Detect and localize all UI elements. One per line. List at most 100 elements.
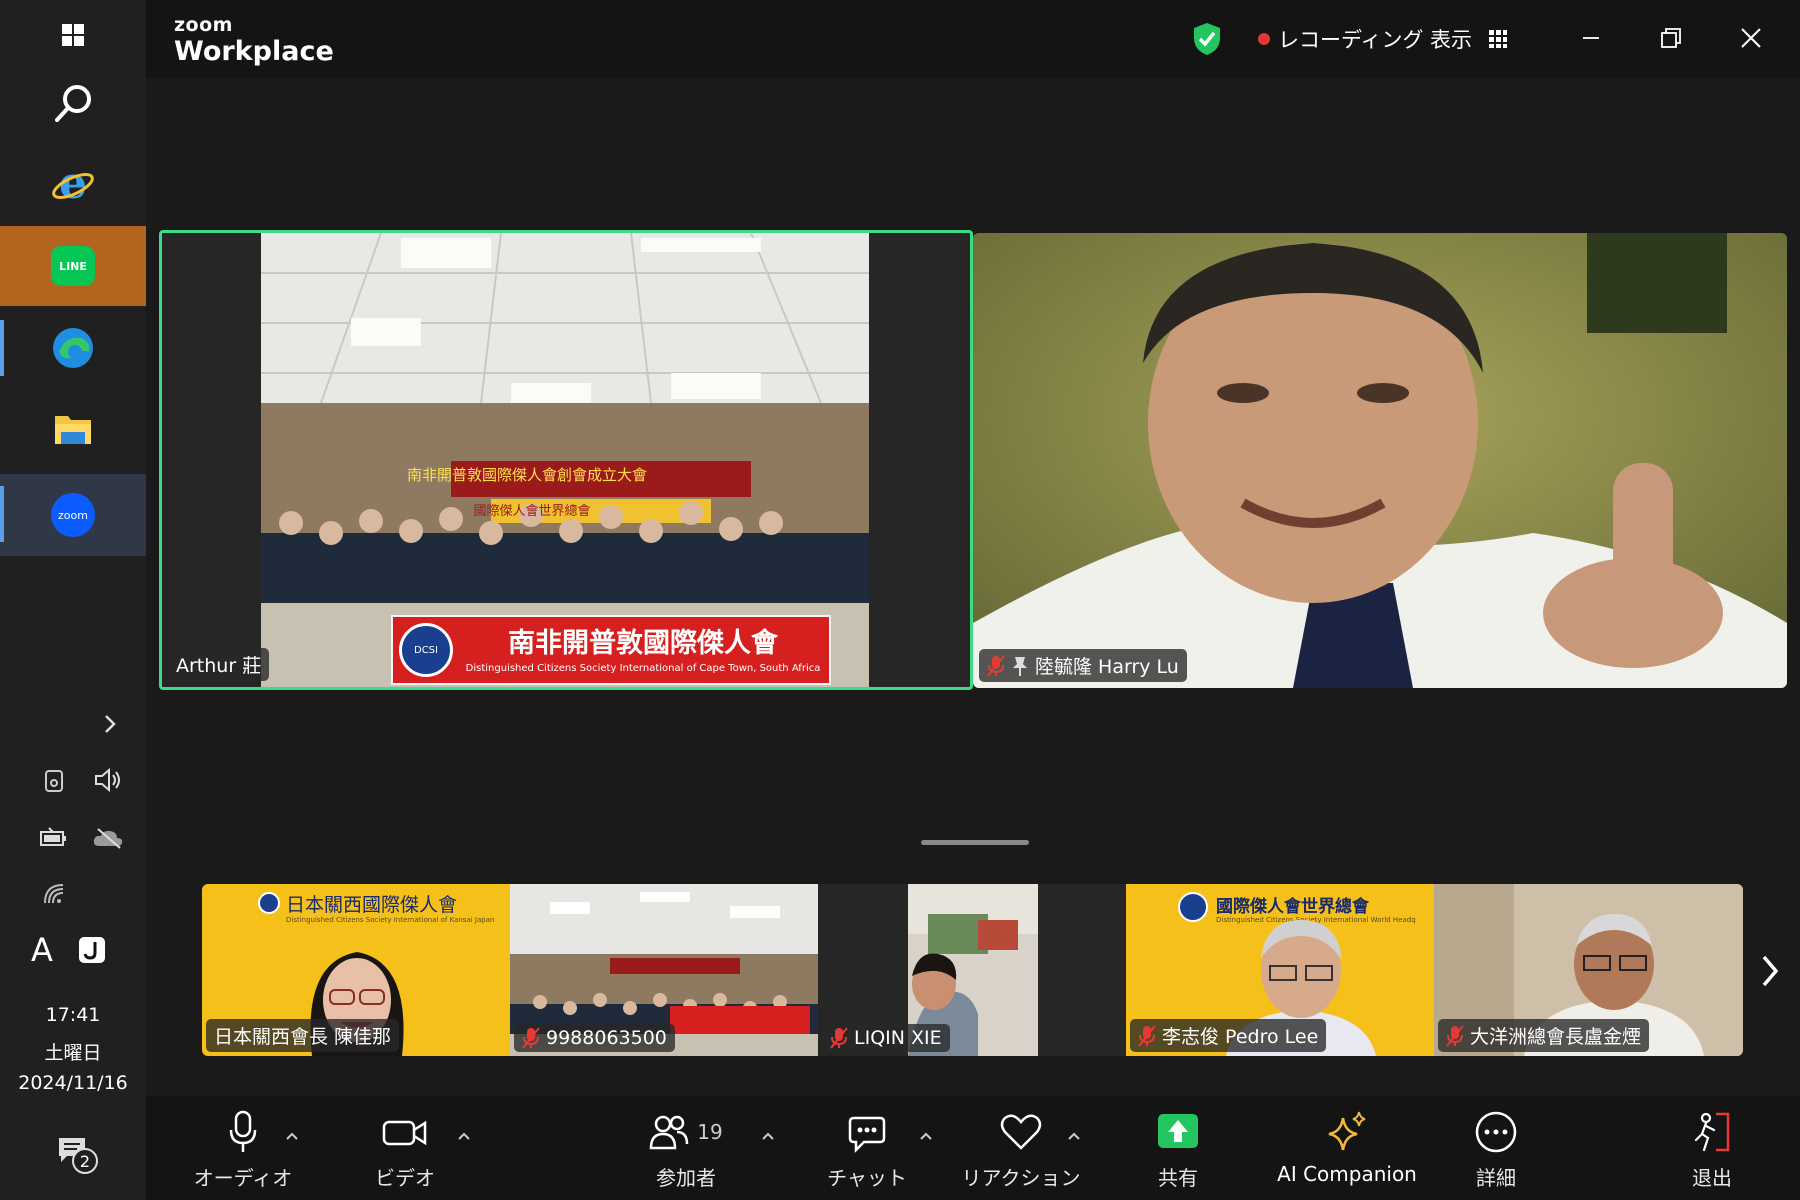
participant-name: 日本關西會長 陳佳那 [214, 1026, 392, 1048]
participant-name: Arthur 莊 [176, 655, 262, 677]
app-j-icon [79, 937, 105, 963]
windows-taskbar: e LINE zoom A 17:41 土曜日 2024/11/16 2 [0, 0, 146, 1200]
recording-label: レコーディング [1278, 28, 1424, 52]
video-tile-arthur[interactable]: 南非開普敦國際傑人會創會成立大會 國際傑人會世界總會 DCSI 南非開普敦國際傑… [159, 230, 973, 690]
tray-battery-button[interactable] [34, 818, 74, 858]
battery-charging-icon [40, 827, 66, 846]
zoom-meeting-window: zoom Workplace レコーディング 表示 南非開普敦國際傑人會創會成立… [146, 0, 1800, 1200]
restore-button[interactable] [1650, 18, 1692, 58]
participant-name: 李志俊 Pedro Lee [1162, 1026, 1319, 1048]
taskbar-expand-button[interactable] [90, 704, 130, 744]
leave-door-icon [1694, 1112, 1730, 1152]
brand-workplace: Workplace [174, 36, 334, 67]
ime-mode-indicator[interactable]: A [22, 930, 62, 970]
line-app-icon: LINE [51, 246, 95, 286]
close-icon [1741, 28, 1761, 48]
mic-muted-icon [830, 1027, 848, 1049]
thumb-tile-pedro-lee[interactable]: 國際傑人會世界總會 Distinguished Citizens Society… [1126, 884, 1434, 1056]
start-button[interactable] [0, 0, 146, 70]
tray-network-button[interactable] [34, 874, 74, 914]
clock-time[interactable]: 17:41 [0, 1004, 146, 1026]
taskbar-line[interactable]: LINE [0, 226, 146, 306]
more-dots-icon [1475, 1111, 1517, 1153]
title-bar: zoom Workplace レコーディング 表示 [146, 0, 1800, 78]
taskbar-edge[interactable] [0, 308, 146, 388]
mic-muted-icon [522, 1027, 540, 1049]
participant-name-tag: Arthur 莊 [168, 648, 270, 681]
ai-companion-button[interactable]: AI Companion [1262, 1110, 1432, 1196]
video-tile-harry-lu[interactable]: 陸毓隆 Harry Lu [973, 233, 1787, 688]
thumb-tile-9988063500[interactable]: 9988063500 [510, 884, 818, 1056]
chat-options-caret[interactable] [916, 1126, 936, 1146]
search-icon [55, 85, 91, 122]
reactions-button[interactable]: リアクション [956, 1110, 1086, 1196]
tray-camera-button[interactable] [34, 760, 74, 800]
participants-icon [650, 1115, 689, 1150]
harry-lu-video [973, 233, 1787, 688]
mic-muted-icon [1446, 1024, 1464, 1047]
share-screen-icon [1158, 1114, 1198, 1148]
windows-logo-icon [62, 24, 84, 46]
gallery-resize-handle[interactable] [921, 840, 1029, 845]
chevron-up-icon [1068, 1132, 1080, 1140]
notification-center-button[interactable]: 2 [52, 1130, 98, 1174]
participant-name-tag: 李志俊 Pedro Lee [1130, 1019, 1327, 1052]
thumb-tile-oceania[interactable]: 大洋洲總會長盧金煙 [1434, 884, 1743, 1056]
more-label: 詳細 [1476, 1166, 1516, 1190]
device-icon [45, 770, 63, 792]
banner-sub-line: Distinguished Citizens Society Internati… [465, 663, 821, 674]
ai-companion-label: AI Companion [1277, 1162, 1417, 1186]
participants-options-caret[interactable] [758, 1126, 778, 1146]
participant-name-tag: 大洋洲總會長盧金煙 [1438, 1019, 1650, 1052]
restore-icon [1661, 28, 1681, 48]
leave-label: 退出 [1692, 1166, 1732, 1190]
banner-red: DCSI 南非開普敦國際傑人會 Distinguished Citizens S… [391, 615, 831, 685]
chevron-right-icon [105, 715, 116, 733]
tray-app-button[interactable] [72, 930, 112, 970]
clock-weekday: 土曜日 [44, 1042, 102, 1064]
taskbar-ie[interactable]: e [0, 144, 146, 224]
audio-options-caret[interactable] [282, 1126, 302, 1146]
participant-name-tag: 日本關西會長 陳佳那 [206, 1019, 400, 1052]
zoom-app-icon: zoom [51, 493, 95, 537]
recording-indicator[interactable]: レコーディング [1258, 22, 1424, 56]
view-label: 表示 [1430, 28, 1472, 52]
chat-button[interactable]: チャット [812, 1110, 922, 1196]
more-button[interactable]: 詳細 [1446, 1110, 1546, 1196]
dcsi-logo-icon: DCSI [399, 623, 453, 677]
reactions-label: リアクション [961, 1166, 1081, 1190]
leave-meeting-button[interactable]: 退出 [1662, 1110, 1762, 1196]
close-button[interactable] [1730, 18, 1772, 58]
video-button[interactable]: ビデオ [350, 1110, 460, 1196]
encryption-shield-button[interactable] [1192, 22, 1222, 56]
dcsi-logo-icon [1178, 892, 1208, 922]
taskbar-zoom[interactable]: zoom [0, 474, 146, 556]
participant-name-tag: 9988063500 [514, 1024, 675, 1052]
microphone-icon [229, 1110, 257, 1152]
share-screen-button[interactable]: 共有 [1128, 1110, 1228, 1196]
edge-browser-icon [53, 328, 93, 368]
tray-onedrive-button[interactable] [88, 818, 128, 858]
participants-button[interactable]: 19 参加者 [626, 1110, 746, 1196]
thumb-tile-kansai[interactable]: 日本關西國際傑人會 Distinguished Citizens Society… [202, 884, 510, 1056]
chevron-up-icon [920, 1132, 932, 1140]
next-page-button[interactable] [1750, 946, 1790, 996]
audio-button[interactable]: オーディオ [188, 1110, 298, 1196]
tray-volume-button[interactable] [88, 760, 128, 800]
thumb-tile-liqin-xie[interactable]: LIQIN XIE [818, 884, 1126, 1056]
video-options-caret[interactable] [454, 1126, 474, 1146]
banner-top-line: 南非開普敦國際傑人會創會成立大會 [406, 465, 647, 484]
taskbar-file-explorer[interactable] [0, 388, 146, 468]
minimize-button[interactable] [1570, 18, 1612, 58]
search-button[interactable] [0, 64, 146, 144]
recording-dot-icon [1258, 33, 1270, 45]
chevron-up-icon [286, 1132, 298, 1140]
reactions-options-caret[interactable] [1064, 1126, 1084, 1146]
dcsi-logo-icon [258, 892, 280, 914]
chat-label: チャット [827, 1166, 907, 1190]
minimize-icon [1583, 37, 1599, 39]
taskbar-running-indicator [0, 486, 4, 542]
view-menu-button[interactable]: 表示 [1430, 22, 1508, 56]
kansai-header: 日本關西國際傑人會 [286, 894, 458, 916]
heart-icon [1000, 1114, 1042, 1150]
